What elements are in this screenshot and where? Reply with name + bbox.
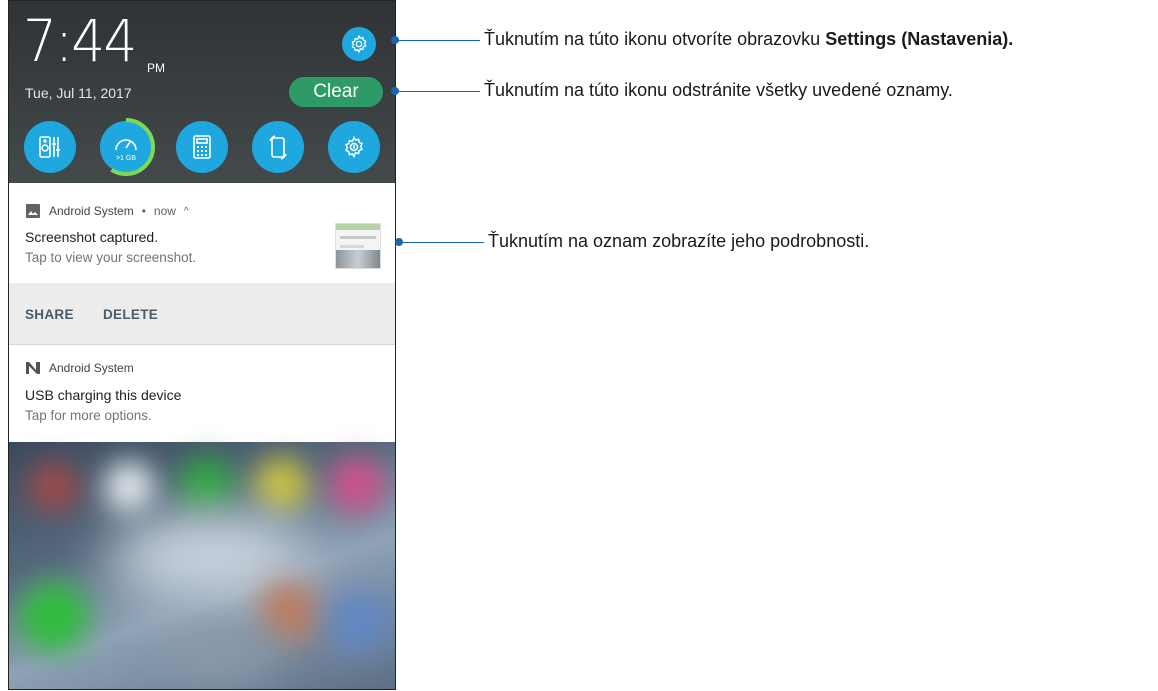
annotation-settings-text: Ťuknutím na túto ikonu otvoríte obrazovk… <box>484 29 826 49</box>
notification-title: USB charging this device <box>25 387 182 403</box>
annotation-clear: Ťuknutím na túto ikonu odstránite všetky… <box>484 80 953 100</box>
notification-time: now <box>153 204 176 218</box>
settings-button[interactable] <box>342 27 376 61</box>
notification-usb-charging[interactable]: Android System USB charging this device … <box>9 345 395 442</box>
notification-text: Tap to view your screenshot. <box>25 250 197 265</box>
annotation-notification: Ťuknutím na oznam zobrazíte jeho podrobn… <box>488 231 870 251</box>
calculator-icon <box>193 135 211 159</box>
quick-setting-calculator[interactable] <box>176 121 228 173</box>
clock: 7:44 <box>23 7 137 75</box>
annotation-settings: Ťuknutím na túto ikonu otvoríte obrazovk… <box>484 29 1013 50</box>
quick-setting-boost[interactable]: >1 GB <box>97 118 155 176</box>
notification-title: Screenshot captured. <box>25 229 159 245</box>
callout-line-clear <box>396 91 480 92</box>
image-icon <box>26 204 40 218</box>
blurred-home-screen <box>9 442 395 689</box>
clear-all-button[interactable]: Clear <box>289 77 383 107</box>
android-n-icon <box>26 362 40 374</box>
quick-setting-settings[interactable] <box>328 121 380 173</box>
screenshot-thumbnail <box>335 223 381 269</box>
delete-button[interactable]: DELETE <box>103 307 158 322</box>
chevron-up-icon[interactable]: ^ <box>184 206 189 217</box>
notification-actions: SHARE DELETE <box>9 283 395 344</box>
notification-shade-header: 7:44 PM Tue, Jul 11, 2017 Clear >1 GB <box>9 1 395 183</box>
notification-app-name: Android System <box>49 361 134 375</box>
settings-gear-icon <box>345 135 363 159</box>
notification-screenshot[interactable]: Android System • now ^ Screenshot captur… <box>9 183 395 283</box>
quick-setting-audio-wizard[interactable] <box>24 121 76 173</box>
rotate-icon <box>269 135 287 160</box>
gear-icon <box>351 34 367 54</box>
equalizer-icon <box>39 136 60 158</box>
notification-app-name: Android System <box>49 204 134 218</box>
clock-ampm: PM <box>147 61 165 75</box>
date: Tue, Jul 11, 2017 <box>25 85 132 101</box>
share-button[interactable]: SHARE <box>25 307 74 322</box>
quick-settings-row: >1 GB <box>9 118 395 176</box>
callout-line-notification <box>400 242 484 243</box>
notification-header: Android System <box>25 361 134 375</box>
notification-header: Android System • now ^ <box>25 203 189 219</box>
callout-line-settings <box>396 40 480 41</box>
phone-screenshot: 7:44 PM Tue, Jul 11, 2017 Clear >1 GB An… <box>8 0 396 690</box>
notification-text: Tap for more options. <box>25 408 152 423</box>
quick-setting-auto-rotate[interactable] <box>252 121 304 173</box>
separator-dot: • <box>141 204 146 218</box>
annotation-settings-bold: Settings (Nastavenia). <box>825 29 1014 49</box>
boost-ring-icon <box>97 118 155 176</box>
